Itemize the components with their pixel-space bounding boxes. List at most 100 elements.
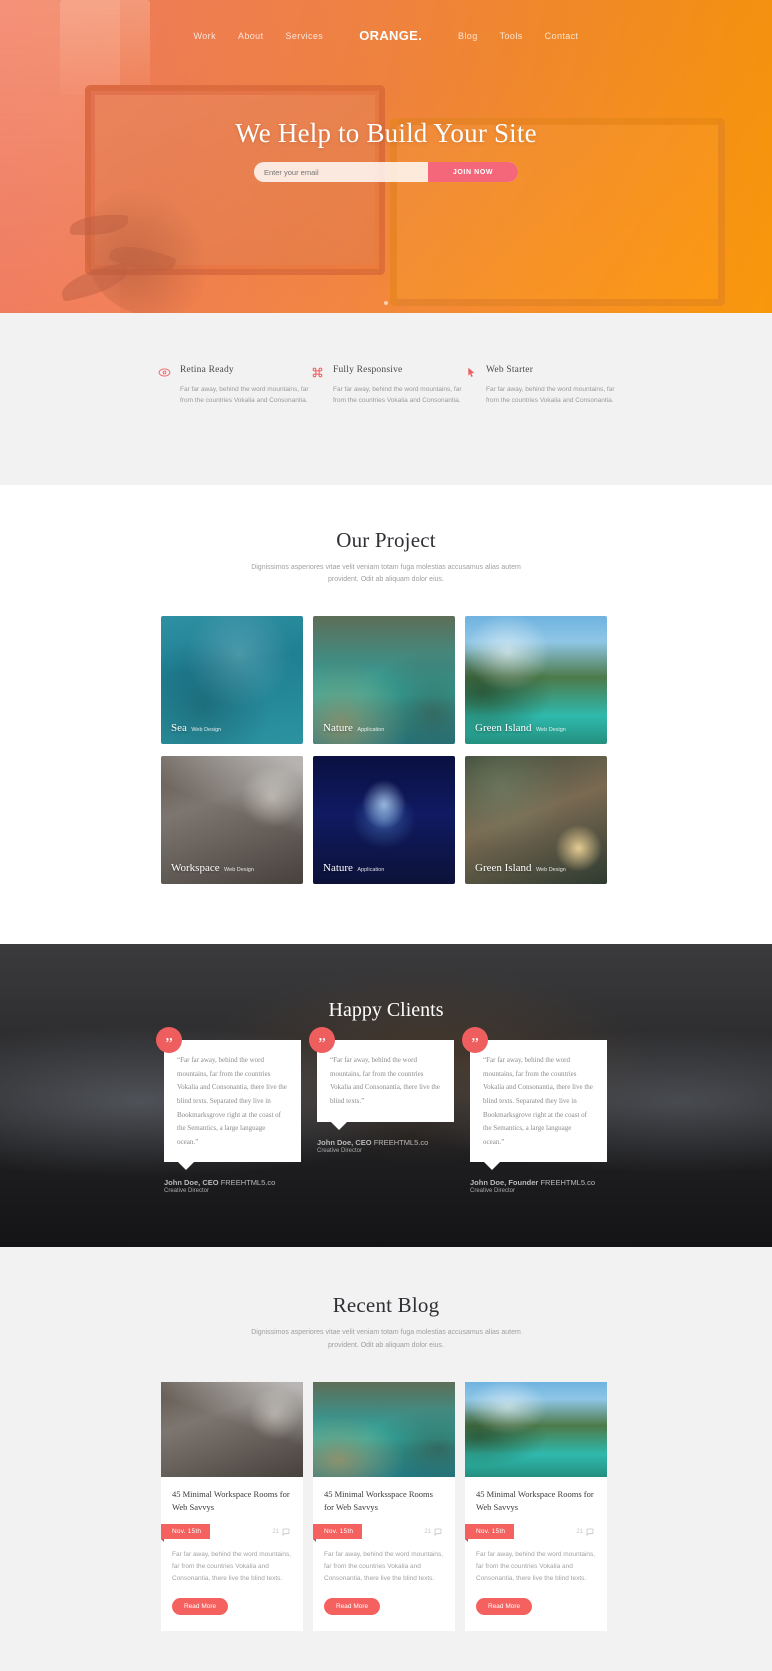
project-title: Green Island bbox=[475, 721, 532, 734]
testimonial-name: John Doe, Founder bbox=[470, 1178, 539, 1188]
project-title: Sea bbox=[171, 721, 187, 734]
quote-icon: ” bbox=[309, 1026, 335, 1053]
read-more-button[interactable]: Read More bbox=[172, 1597, 229, 1615]
project-card[interactable]: Sea Web Design bbox=[161, 615, 303, 744]
project-card[interactable]: Nature Application bbox=[313, 615, 455, 744]
testimonial-name: John Doe, CEO bbox=[164, 1178, 219, 1188]
feature-text: Far far away, behind the word mountains,… bbox=[486, 386, 615, 405]
blog-post-title: 45 Minimal Workspace Rooms for Web Savvy… bbox=[172, 1489, 290, 1513]
blog-post-excerpt: Far far away, behind the word mountains,… bbox=[172, 1551, 292, 1582]
projects-grid: Sea Web Design Nature Application Green … bbox=[161, 615, 611, 884]
nav-item-blog[interactable]: Blog bbox=[458, 31, 478, 41]
blog-post-comments: 21 bbox=[424, 1528, 442, 1536]
email-input[interactable] bbox=[254, 162, 428, 182]
nav-item-about[interactable]: About bbox=[238, 31, 264, 41]
comment-icon bbox=[282, 1528, 290, 1536]
testimonials-row: ” “Far far away, behind the word mountai… bbox=[156, 1026, 616, 1194]
project-card[interactable]: Green Island Web Design bbox=[465, 755, 607, 884]
project-category: Application bbox=[357, 726, 385, 733]
feature-title: Retina Ready bbox=[180, 365, 234, 375]
testimonials-title: Happy Clients bbox=[328, 998, 444, 1021]
blog-title: Recent Blog bbox=[332, 1292, 440, 1317]
testimonial-quote: “Far far away, behind the word mountains… bbox=[483, 1055, 593, 1146]
project-category: Web Design bbox=[535, 866, 566, 873]
feature-title: Web Starter bbox=[486, 365, 534, 375]
blog-post-thumbnail bbox=[161, 1382, 303, 1478]
quote-icon: ” bbox=[462, 1026, 488, 1053]
carousel-indicator-dot[interactable] bbox=[384, 301, 388, 305]
read-more-button[interactable]: Read More bbox=[324, 1597, 381, 1615]
comment-count: 21 bbox=[272, 1528, 279, 1535]
projects-section: Our Project Dignissimos asperiores vitae… bbox=[0, 484, 772, 944]
testimonial-company: FREEHTML5.co bbox=[373, 1137, 429, 1147]
blog-post-card[interactable]: 45 Minimal Workspace Rooms for Web Savvy… bbox=[465, 1382, 607, 1631]
testimonial-attribution: John Doe, CEO FREEHTML5.co Creative Dire… bbox=[164, 1178, 309, 1194]
features-row: Retina Ready Far far away, behind the wo… bbox=[156, 365, 616, 407]
comment-icon bbox=[586, 1528, 594, 1536]
comment-icon bbox=[434, 1528, 442, 1536]
projects-header: Our Project Dignissimos asperiores vitae… bbox=[0, 528, 772, 587]
testimonial-card: “Far far away, behind the word mountains… bbox=[317, 1039, 454, 1130]
nav-item-work[interactable]: Work bbox=[194, 31, 216, 41]
subscribe-form[interactable]: JOIN NOW bbox=[254, 162, 518, 182]
blog-post-thumbnail bbox=[313, 1382, 455, 1478]
blog-post-card[interactable]: 45 Minimal Workspace Rooms for Web Savvy… bbox=[161, 1382, 303, 1631]
project-card[interactable]: Nature Application bbox=[313, 755, 455, 884]
blog-post-date-badge: Nov. 15th bbox=[161, 1524, 211, 1543]
comment-count: 21 bbox=[424, 1528, 431, 1535]
main-navigation[interactable]: Work About Services ORANGE. Blog Tools C… bbox=[0, 0, 772, 43]
blog-subtitle: Dignissimos asperiores vitae velit venia… bbox=[251, 1328, 521, 1349]
project-title: Nature bbox=[323, 861, 353, 874]
blog-post-date-badge: Nov. 15th bbox=[313, 1524, 363, 1543]
blog-post-comments: 21 bbox=[272, 1528, 290, 1536]
project-title: Green Island bbox=[475, 861, 532, 874]
feature-retina-ready: Retina Ready Far far away, behind the wo… bbox=[156, 365, 309, 407]
feature-fully-responsive: Fully Responsive Far far away, behind th… bbox=[309, 365, 462, 407]
blog-post-excerpt: Far far away, behind the word mountains,… bbox=[476, 1551, 596, 1582]
testimonial-card: “Far far away, behind the word mountains… bbox=[470, 1039, 607, 1171]
page-title: Our Project bbox=[336, 527, 436, 552]
testimonial-attribution: John Doe, Founder FREEHTML5.co Creative … bbox=[470, 1178, 615, 1194]
quote-icon: ” bbox=[156, 1026, 182, 1053]
project-card[interactable]: Workspace Web Design bbox=[161, 755, 303, 884]
join-now-button[interactable]: JOIN NOW bbox=[428, 162, 518, 182]
testimonial-role: Creative Director bbox=[164, 1188, 210, 1195]
project-title: Workspace bbox=[171, 861, 220, 874]
blog-post-thumbnail bbox=[465, 1382, 607, 1478]
blog-post-excerpt: Far far away, behind the word mountains,… bbox=[324, 1551, 444, 1582]
feature-web-starter: Web Starter Far far away, behind the wor… bbox=[462, 365, 615, 407]
projects-subtitle: Dignissimos asperiores vitae velit venia… bbox=[251, 563, 521, 584]
site-logo[interactable]: ORANGE. bbox=[359, 28, 422, 43]
nav-item-services[interactable]: Services bbox=[286, 31, 324, 41]
command-icon bbox=[309, 365, 325, 407]
comment-count: 21 bbox=[576, 1528, 583, 1535]
read-more-button[interactable]: Read More bbox=[476, 1597, 533, 1615]
blog-post-date-badge: Nov. 15th bbox=[465, 1524, 515, 1543]
hero-section: Work About Services ORANGE. Blog Tools C… bbox=[0, 0, 772, 313]
testimonial-company: FREEHTML5.co bbox=[540, 1178, 596, 1188]
nav-item-tools[interactable]: Tools bbox=[500, 31, 523, 41]
project-category: Web Design bbox=[535, 726, 566, 733]
blog-grid: 45 Minimal Workspace Rooms for Web Savvy… bbox=[161, 1382, 611, 1631]
project-category: Web Design bbox=[191, 726, 222, 733]
eye-icon bbox=[156, 365, 172, 407]
project-category: Application bbox=[357, 866, 385, 873]
testimonials-section: Happy Clients ” “Far far away, behind th… bbox=[0, 943, 772, 1247]
blog-post-title: 45 Minimal Workspace Rooms for Web Savvy… bbox=[476, 1489, 594, 1513]
testimonial-company: FREEHTML5.co bbox=[220, 1178, 276, 1188]
testimonial-item: ” “Far far away, behind the word mountai… bbox=[462, 1026, 615, 1194]
project-title: Nature bbox=[323, 721, 353, 734]
feature-text: Far far away, behind the word mountains,… bbox=[180, 386, 309, 405]
project-card[interactable]: Green Island Web Design bbox=[465, 615, 607, 744]
blog-post-comments: 21 bbox=[576, 1528, 594, 1536]
blog-header: Recent Blog Dignissimos asperiores vitae… bbox=[0, 1293, 772, 1352]
testimonial-role: Creative Director bbox=[317, 1147, 363, 1154]
nav-item-contact[interactable]: Contact bbox=[545, 31, 579, 41]
mouse-icon bbox=[462, 365, 478, 407]
project-category: Web Design bbox=[224, 866, 254, 873]
blog-post-card[interactable]: 45 Minimal Worksspace Rooms for Web Savv… bbox=[313, 1382, 455, 1631]
features-section: Retina Ready Far far away, behind the wo… bbox=[0, 313, 772, 485]
blog-post-title: 45 Minimal Worksspace Rooms for Web Savv… bbox=[324, 1489, 433, 1513]
hero-content: We Help to Build Your Site JOIN NOW bbox=[0, 118, 772, 182]
feature-text: Far far away, behind the word mountains,… bbox=[333, 386, 462, 405]
